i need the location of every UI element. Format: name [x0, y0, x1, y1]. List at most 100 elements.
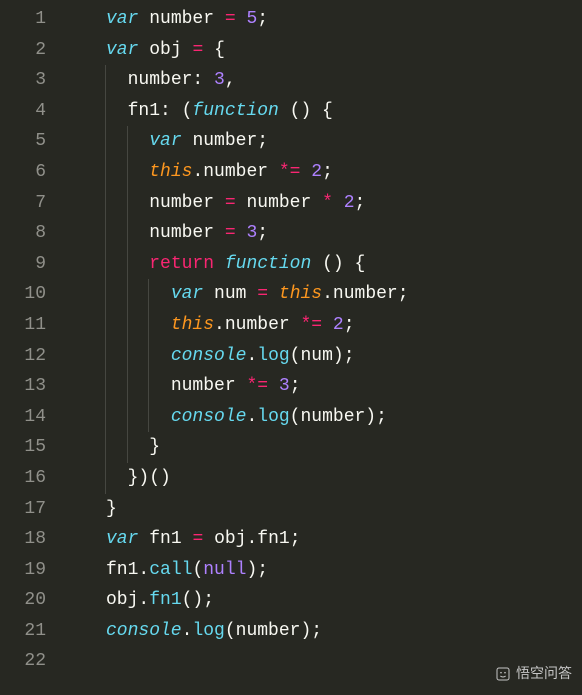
token: .	[138, 560, 149, 580]
token: (	[290, 407, 301, 427]
code-line[interactable]: this.number *= 2;	[70, 157, 582, 188]
token	[268, 284, 279, 304]
code-line[interactable]: var num = this.number;	[70, 279, 582, 310]
token: fn1	[128, 101, 160, 121]
token: var	[106, 40, 138, 60]
code-line[interactable]: })()	[70, 463, 582, 494]
indent-guide	[127, 402, 128, 433]
token: .	[246, 407, 257, 427]
token: .	[192, 162, 203, 182]
token: num	[214, 284, 246, 304]
token: var	[149, 131, 181, 151]
token: .	[322, 284, 333, 304]
token: =	[257, 284, 268, 304]
token: var	[171, 284, 203, 304]
line-number: 17	[0, 494, 70, 525]
token: fn1	[257, 529, 289, 549]
token: console	[171, 407, 247, 427]
indent-guide	[127, 157, 128, 188]
token	[333, 193, 344, 213]
token	[182, 529, 193, 549]
code-line[interactable]: var number;	[70, 126, 582, 157]
token: fn1	[149, 590, 181, 610]
code-line[interactable]: var obj = {	[70, 35, 582, 66]
token: fn1	[106, 560, 138, 580]
watermark-text: 悟空问答	[516, 658, 572, 689]
token: :	[192, 70, 214, 90]
token	[236, 376, 247, 396]
code-line[interactable]: return function () {	[70, 249, 582, 280]
code-line[interactable]: number *= 3;	[70, 371, 582, 402]
indent-guide	[127, 218, 128, 249]
code-line[interactable]: var fn1 = obj.fn1;	[70, 524, 582, 555]
code-line[interactable]: fn1: (function () {	[70, 96, 582, 127]
token: *	[322, 193, 333, 213]
token	[236, 9, 247, 29]
token: (	[192, 560, 203, 580]
token: =	[225, 193, 236, 213]
indent-guide	[127, 279, 128, 310]
indent-guide	[105, 432, 106, 463]
indent-guide	[105, 371, 106, 402]
token: number	[171, 376, 236, 396]
code-line[interactable]: console.log(num);	[70, 341, 582, 372]
token: ;	[257, 223, 268, 243]
code-line[interactable]: console.log(number);	[70, 616, 582, 647]
line-number: 5	[0, 126, 70, 157]
token	[138, 529, 149, 549]
token: 5	[246, 9, 257, 29]
code-line[interactable]: }	[70, 432, 582, 463]
line-number-gutter: 12345678910111213141516171819202122	[0, 0, 70, 695]
indent-guide	[105, 126, 106, 157]
code-line[interactable]: obj.fn1();	[70, 585, 582, 616]
indent-guide	[127, 432, 128, 463]
token: 3	[279, 376, 290, 396]
token: .	[182, 621, 193, 641]
token	[311, 193, 322, 213]
token: return	[149, 254, 214, 274]
token: number	[246, 193, 311, 213]
indent-guide	[105, 310, 106, 341]
token: log	[192, 621, 224, 641]
code-line[interactable]: number = 3;	[70, 218, 582, 249]
code-line[interactable]: }	[70, 494, 582, 525]
line-number: 2	[0, 35, 70, 66]
code-editor: 12345678910111213141516171819202122 var …	[0, 0, 582, 695]
token	[203, 529, 214, 549]
token: =	[225, 9, 236, 29]
token: 2	[344, 193, 355, 213]
indent-guide	[127, 126, 128, 157]
line-number: 12	[0, 341, 70, 372]
indent-guide	[148, 279, 149, 310]
code-area[interactable]: var number = 5;var obj = { number: 3, fn…	[70, 0, 582, 695]
indent-guide	[105, 341, 106, 372]
token: obj	[214, 529, 246, 549]
token: () {	[279, 101, 333, 121]
token	[290, 315, 301, 335]
code-line[interactable]: console.log(number);	[70, 402, 582, 433]
token: }	[149, 437, 160, 457]
token: *=	[300, 315, 322, 335]
token	[182, 131, 193, 151]
indent-guide	[127, 188, 128, 219]
token: : (	[160, 101, 192, 121]
code-line[interactable]: var number = 5;	[70, 4, 582, 35]
token: number	[236, 621, 301, 641]
line-number: 21	[0, 616, 70, 647]
indent-guide	[127, 310, 128, 341]
code-line[interactable]: number = number * 2;	[70, 188, 582, 219]
token: num	[300, 346, 332, 366]
line-number: 22	[0, 646, 70, 677]
indent-guide	[127, 341, 128, 372]
token: log	[257, 346, 289, 366]
token: ;	[257, 9, 268, 29]
code-line[interactable]: this.number *= 2;	[70, 310, 582, 341]
token: number	[149, 223, 214, 243]
indent-guide	[127, 249, 128, 280]
code-line[interactable]: fn1.call(null);	[70, 555, 582, 586]
line-number: 13	[0, 371, 70, 402]
token	[236, 193, 247, 213]
watermark-icon	[495, 666, 511, 682]
code-line[interactable]: number: 3,	[70, 65, 582, 96]
token: number	[192, 131, 257, 151]
